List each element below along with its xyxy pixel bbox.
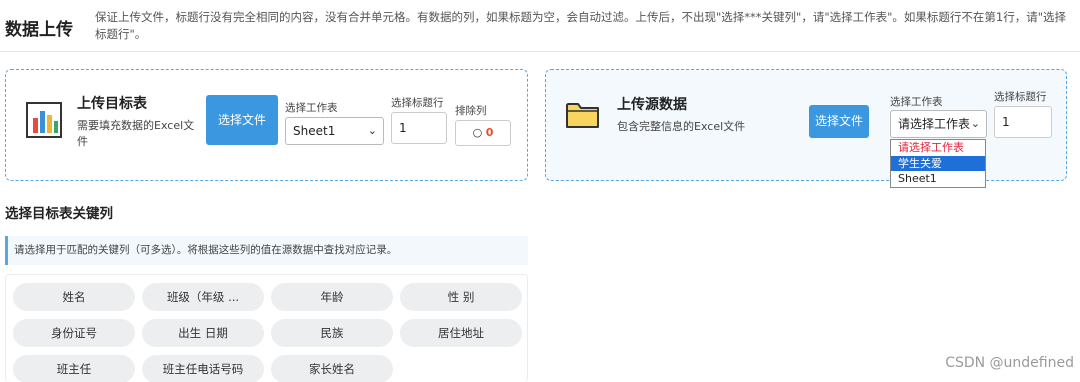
target-sheet-label: 选择工作表 <box>285 102 338 114</box>
key-column-chip[interactable]: 身份证号 <box>13 319 135 347</box>
key-column-chip[interactable]: 性 别 <box>400 283 522 311</box>
upload-instructions: 保证上传文件，标题行没有完全相同的内容，没有合并单元格。有数据的列，如果标题为空… <box>95 10 1067 41</box>
key-column-chip[interactable]: 年龄 <box>271 283 393 311</box>
target-exclude-columns-button[interactable]: ○ 0 <box>455 120 511 146</box>
target-sheet-value: Sheet1 <box>293 124 336 138</box>
key-column-chip[interactable]: 民族 <box>271 319 393 347</box>
exclude-count-badge: 0 <box>485 126 494 139</box>
source-header-row-label: 选择标题行 <box>994 91 1047 103</box>
page-title: 数据上传 <box>5 20 73 40</box>
data-upload-page: 数据上传 保证上传文件，标题行没有完全相同的内容，没有合并单元格。有数据的列，如… <box>0 0 1080 382</box>
page-header: 数据上传 保证上传文件，标题行没有完全相同的内容，没有合并单元格。有数据的列，如… <box>0 0 1080 52</box>
target-panel-description: 需要填充数据的Excel文件 <box>77 119 195 148</box>
source-sheet-label: 选择工作表 <box>890 96 943 108</box>
key-columns-list: 姓名 班级（年级 ... 年龄 性 别 身份证号 出生 日期 民族 居住地址 班… <box>5 274 528 382</box>
source-sheet-value: 请选择工作表 <box>898 117 971 131</box>
chevron-down-icon: ⌄ <box>367 124 377 137</box>
source-sheet-dropdown[interactable]: 请选择工作表 学生关爱 Sheet1 <box>890 139 986 188</box>
source-sheet-select[interactable]: 请选择工作表 ⌄ <box>890 110 987 138</box>
source-choose-file-button[interactable]: 选择文件 <box>809 105 869 138</box>
key-column-chip[interactable]: 班主任电话号码 <box>142 355 264 382</box>
circle-icon: ○ <box>472 126 483 139</box>
chevron-down-icon: ⌄ <box>970 117 980 130</box>
key-column-chip[interactable]: 居住地址 <box>400 319 522 347</box>
target-sheet-select[interactable]: Sheet1 ⌄ <box>285 117 384 145</box>
target-choose-file-button[interactable]: 选择文件 <box>206 95 278 145</box>
target-panel-title: 上传目标表 <box>77 96 147 112</box>
target-header-row-input[interactable]: 1 <box>391 112 447 144</box>
sheet-option-sheet1[interactable]: Sheet1 <box>891 171 985 187</box>
key-column-chip[interactable]: 家长姓名 <box>271 355 393 382</box>
key-columns-title: 选择目标表关键列 <box>5 206 113 222</box>
sheet-option-student-care[interactable]: 学生关爱 <box>891 155 985 171</box>
folder-icon <box>565 99 601 135</box>
source-panel-title: 上传源数据 <box>617 97 687 113</box>
target-exclude-label: 排除列 <box>455 105 487 117</box>
key-column-chip[interactable]: 班主任 <box>13 355 135 382</box>
source-header-row-input[interactable]: 1 <box>994 106 1052 138</box>
target-upload-panel[interactable]: 上传目标表 需要填充数据的Excel文件 选择文件 选择工作表 Sheet1 ⌄… <box>5 69 528 181</box>
key-column-chip[interactable]: 姓名 <box>13 283 135 311</box>
sheet-option-placeholder[interactable]: 请选择工作表 <box>891 140 985 156</box>
bar-chart-icon <box>25 101 63 143</box>
csdn-watermark: CSDN @undefined <box>945 355 1074 371</box>
source-panel-description: 包含完整信息的Excel文件 <box>617 120 746 133</box>
key-columns-info: 请选择用于匹配的关键列（可多选）。将根据这些列的值在源数据中查找对应记录。 <box>5 236 528 265</box>
source-upload-panel[interactable]: 上传源数据 包含完整信息的Excel文件 选择文件 选择工作表 请选择工作表 ⌄… <box>545 69 1067 181</box>
key-column-chip[interactable]: 班级（年级 ... <box>142 283 264 311</box>
target-header-row-label: 选择标题行 <box>391 97 444 109</box>
key-column-chip[interactable]: 出生 日期 <box>142 319 264 347</box>
